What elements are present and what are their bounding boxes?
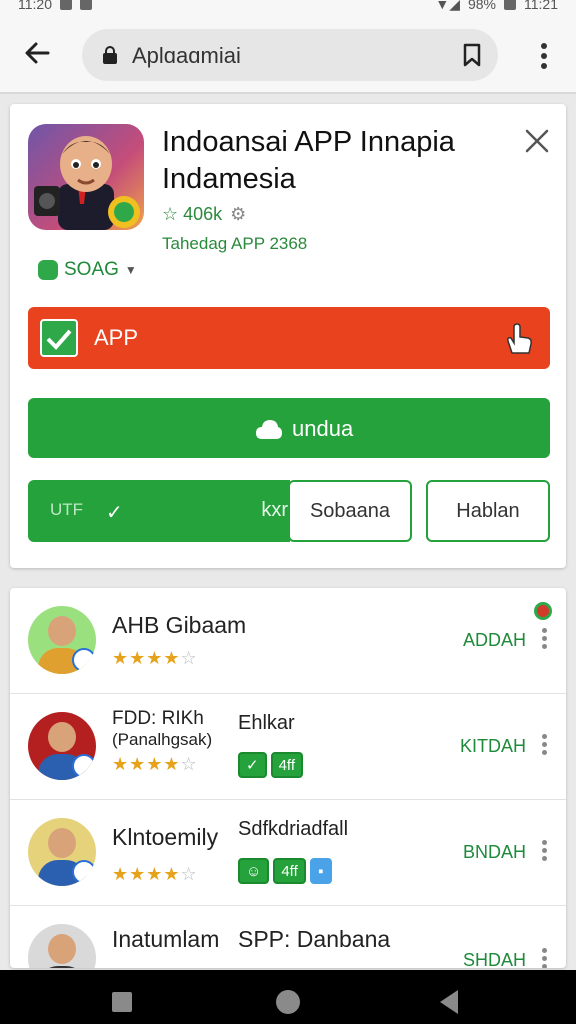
avatar	[28, 606, 96, 674]
lock-icon	[103, 46, 117, 64]
star-rating: ★★★★☆	[112, 754, 198, 774]
check-chip-icon: ✓	[238, 752, 267, 778]
chevron-down-icon: ▼	[124, 263, 137, 277]
list-item[interactable]: AHB Gibaam ★★★★☆ ADDAH	[10, 588, 566, 694]
address-bar[interactable]: Aplɑaɑmiai	[82, 29, 498, 81]
list-item[interactable]: FDD: RIKh (Panalhgsak) Ehlkar ★★★★☆ ✓ 4f…	[10, 694, 566, 800]
hand-pointer-icon	[507, 323, 532, 354]
more-vert-icon[interactable]	[542, 948, 548, 968]
rating-line: ☆ 406k ⚙	[162, 204, 246, 225]
list-item-title: FDD: RIKh	[112, 708, 204, 729]
system-nav-bar	[0, 970, 576, 1024]
chip: 4ff	[273, 858, 306, 884]
time-text: 11:20	[18, 0, 52, 12]
split-right-label: kxr	[261, 499, 288, 521]
language-selector[interactable]: SOAG ▼	[30, 254, 145, 286]
list-item-subtitle: (Panalhgsak)	[112, 730, 213, 749]
secondary-button-2[interactable]: Hablan	[426, 480, 550, 542]
avatar	[28, 818, 96, 886]
notification-icon	[60, 0, 72, 10]
notification-icon-2	[80, 0, 92, 10]
download-label: undua	[292, 416, 354, 441]
star-rating: ★★★★☆	[112, 864, 198, 884]
home-icon[interactable]	[276, 990, 300, 1014]
list-item-title: AHB Gibaam	[112, 612, 247, 638]
install-link[interactable]: KITDAH	[460, 736, 526, 757]
battery-text: 98%	[467, 0, 496, 12]
mini-badge-icon	[72, 648, 96, 672]
list-item-title: Klntoemily	[112, 824, 219, 850]
url-text: Aplɑaɑmiai	[132, 43, 241, 68]
install-link[interactable]: ADDAH	[463, 630, 526, 651]
list-item[interactable]: Klntoemily Sdfkdriadfall ★★★★☆ ☺ 4ff ▪ B…	[10, 800, 566, 906]
browser-toolbar: Aplɑaɑmiai	[0, 16, 576, 94]
battery-icon	[504, 0, 516, 10]
status-bar: 11:20 ▼◢ 98% 11:21	[0, 0, 576, 16]
notification-badge-icon	[534, 602, 552, 620]
language-label: SOAG	[64, 259, 119, 280]
secondary-button-1[interactable]: Sobaana	[288, 480, 412, 542]
open-app-button[interactable]: APP	[28, 307, 550, 369]
signal-icon: ▼◢	[435, 0, 460, 12]
list-item[interactable]: Inatumlam SPP: Danbana SHDAH	[10, 906, 566, 968]
list-item-title-2: Ehlkar	[238, 712, 295, 734]
settings-icon: ⚙	[230, 204, 247, 224]
blue-chip-icon: ▪	[309, 858, 332, 884]
avatar	[28, 712, 96, 780]
mini-badge-icon	[72, 754, 96, 778]
chip: 4ff	[270, 752, 303, 778]
split-action-button[interactable]: UTF ✓ kxr	[28, 480, 290, 542]
install-link[interactable]: SHDAH	[463, 950, 526, 968]
more-vert-icon[interactable]	[542, 840, 548, 862]
download-icon	[256, 420, 282, 439]
star-rating: ★★★★☆	[112, 648, 198, 668]
app-meta-text: Tahedag APP 2368	[162, 234, 308, 253]
split-left-label: UTF	[50, 500, 84, 519]
check-icon: ✓	[106, 502, 123, 524]
overflow-menu-icon[interactable]	[532, 41, 556, 71]
bookmark-icon[interactable]	[462, 43, 482, 67]
list-item-title: Inatumlam	[112, 926, 220, 952]
clock-right-text: 11:21	[524, 0, 558, 12]
app-icon	[28, 124, 144, 230]
install-link[interactable]: BNDAH	[463, 842, 526, 863]
list-item-title-2: Sdfkdriadfall	[238, 818, 349, 840]
avatar	[28, 924, 96, 968]
app-badge-icon	[40, 319, 78, 357]
app-install-card: Indoansai APP Innapia Indamesia ☆ 406k ⚙…	[10, 104, 566, 568]
rating-text: ☆ 406k	[162, 204, 223, 224]
close-icon[interactable]	[524, 128, 550, 154]
recents-icon[interactable]	[112, 992, 132, 1012]
smiley-chip-icon: ☺	[238, 858, 270, 884]
open-app-label: APP	[94, 325, 139, 350]
chips: ☺ 4ff ▪	[238, 858, 332, 884]
back-arrow-icon[interactable]	[22, 38, 52, 68]
language-icon	[38, 260, 58, 280]
more-vert-icon[interactable]	[542, 734, 548, 756]
list-item-title-2: SPP: Danbana	[238, 926, 391, 952]
app-list: AHB Gibaam ★★★★☆ ADDAH FDD: RIKh (Panalh…	[10, 588, 566, 968]
chips: ✓ 4ff	[238, 752, 303, 778]
more-vert-icon[interactable]	[542, 628, 548, 650]
download-button[interactable]: undua	[28, 398, 550, 458]
back-icon[interactable]	[440, 990, 458, 1014]
app-title: Indoansai APP Innapia Indamesia	[162, 126, 455, 195]
mini-badge-icon	[72, 860, 96, 884]
